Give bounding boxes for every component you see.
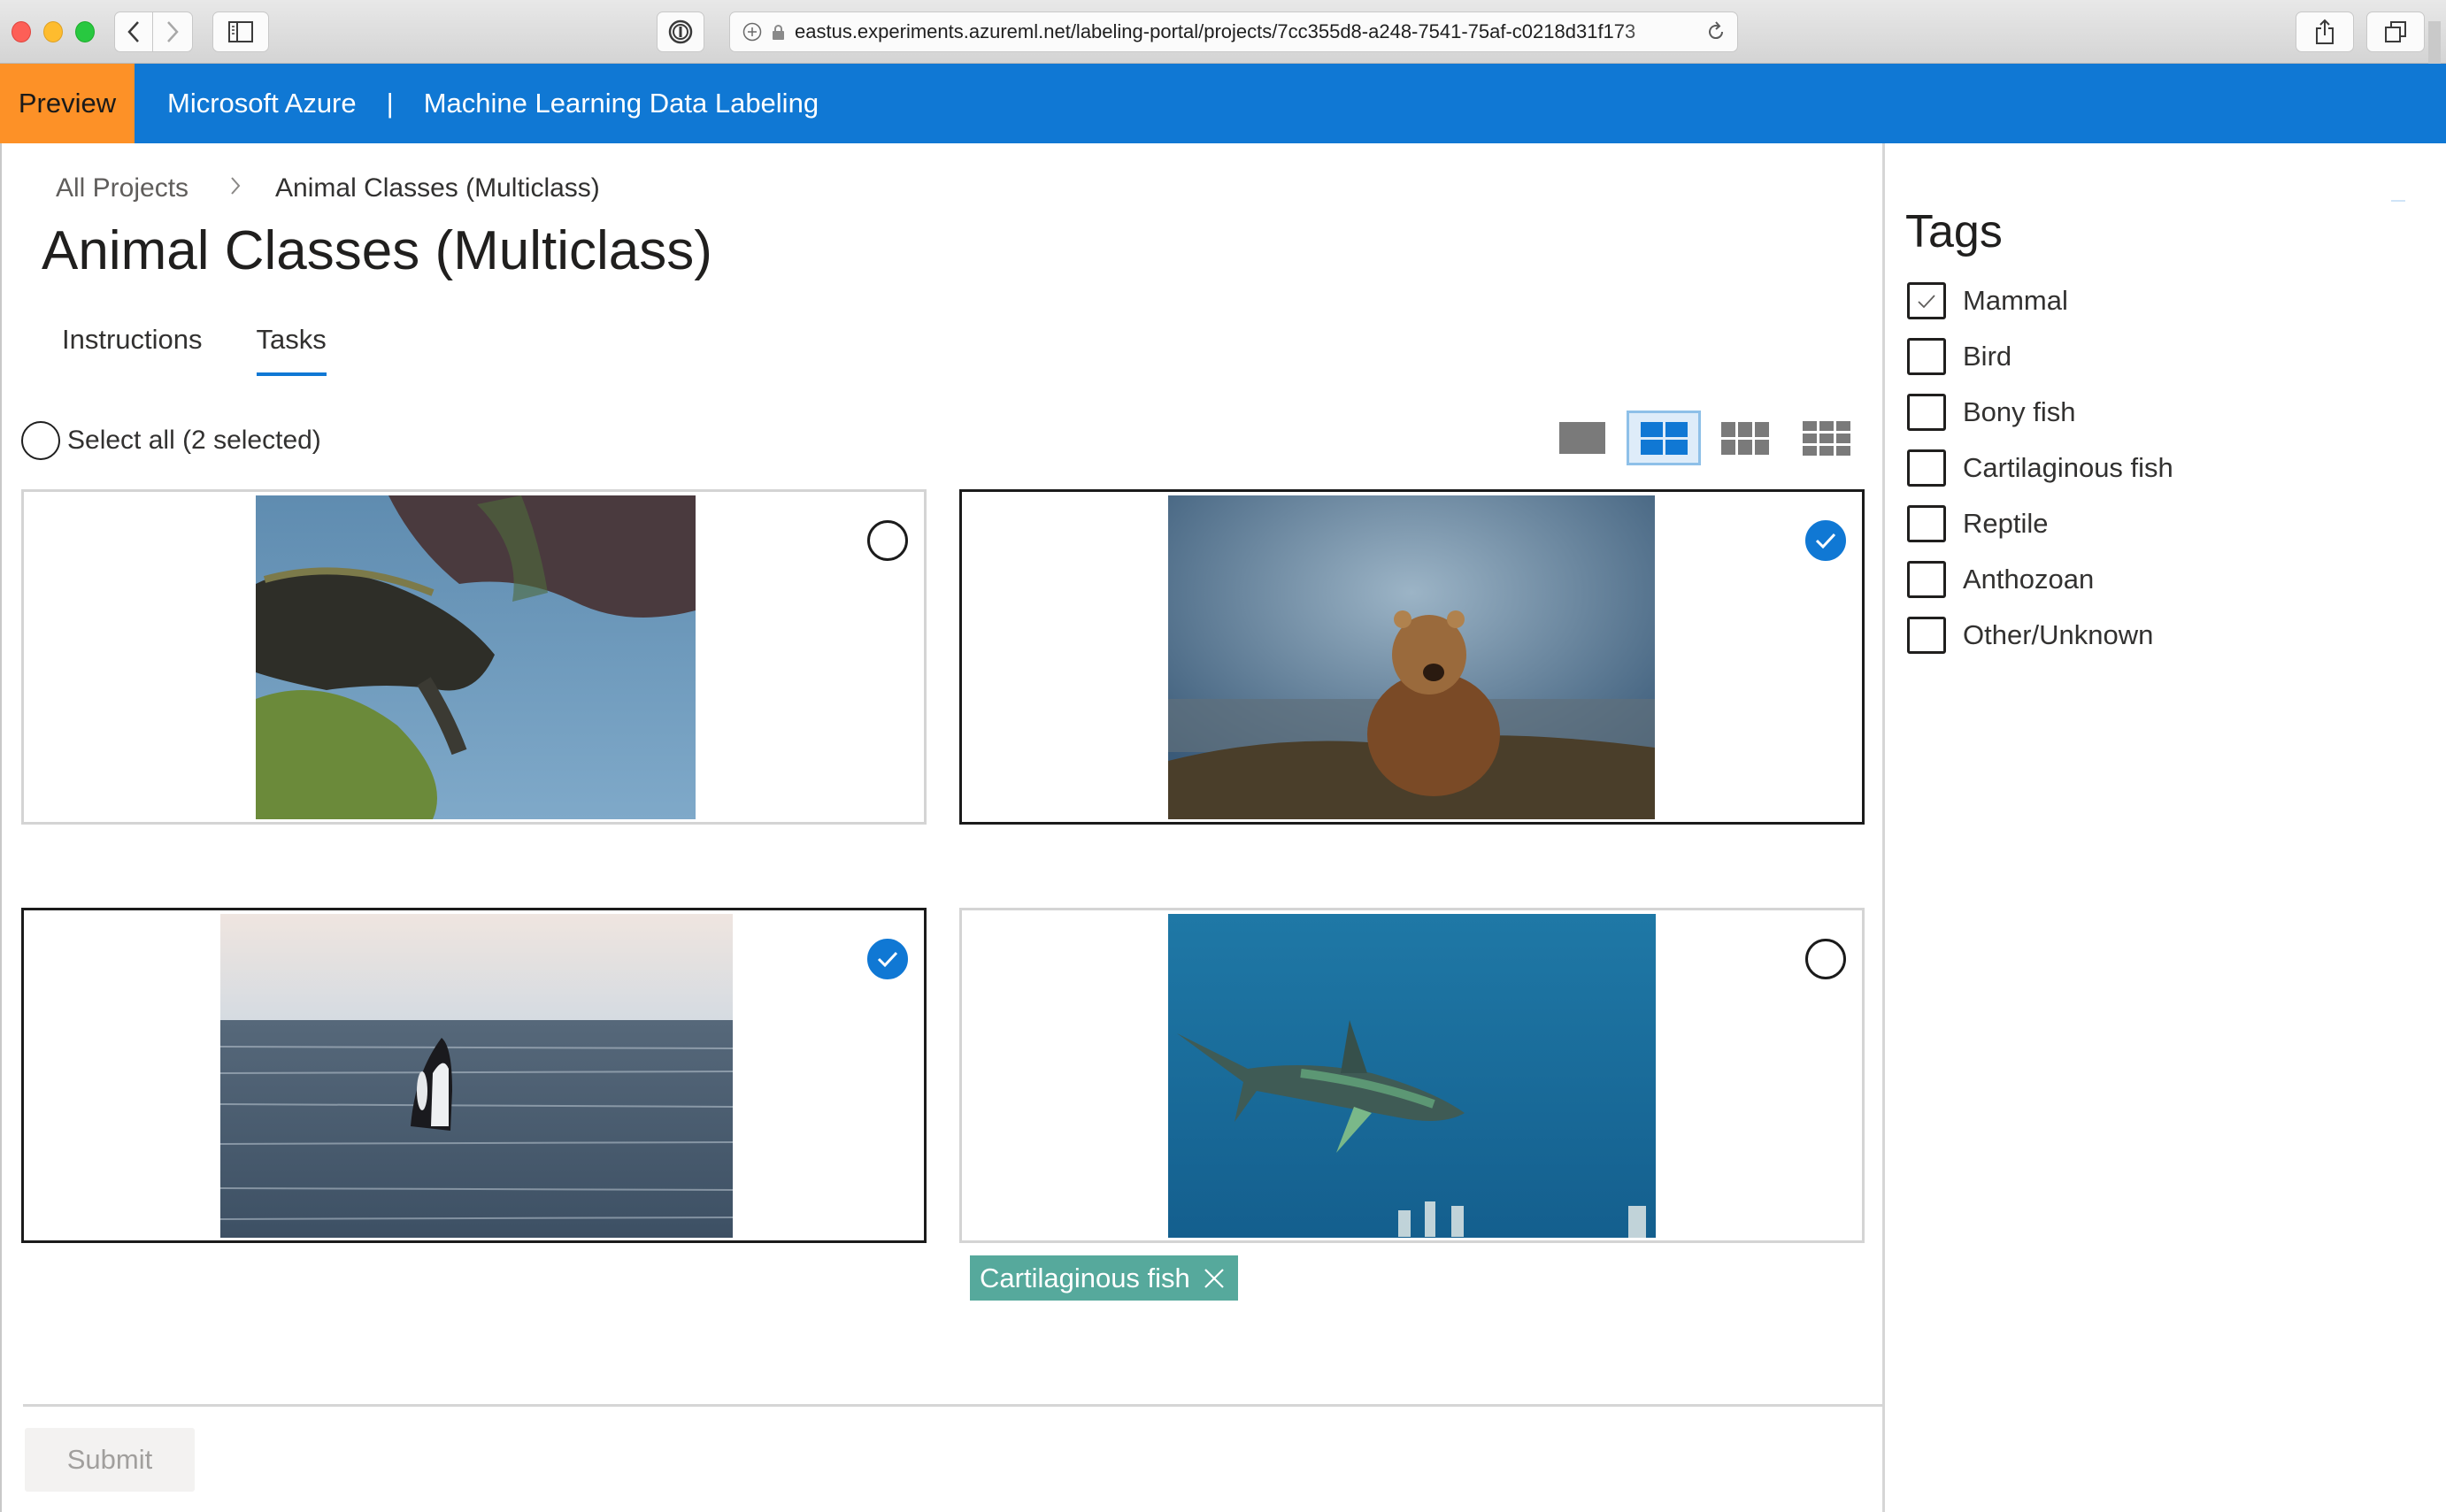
- show-tabs-button[interactable]: [2366, 12, 2425, 52]
- reload-icon[interactable]: [1705, 19, 1727, 44]
- add-tab-icon: [742, 22, 762, 42]
- tag-label: Cartilaginous fish: [1963, 451, 2173, 483]
- tag-option-cartilaginous-fish[interactable]: Cartilaginous fish: [1907, 440, 2173, 495]
- tab-bar: Instructions Tasks: [62, 324, 327, 376]
- share-button[interactable]: [2296, 12, 2354, 52]
- chevron-left-icon: [127, 21, 139, 42]
- checkbox[interactable]: [1907, 504, 1946, 542]
- breadcrumb-current: Animal Classes (Multiclass): [275, 173, 600, 203]
- task-card[interactable]: [21, 908, 927, 1243]
- password-manager-icon: [668, 19, 693, 44]
- card-select-radio[interactable]: [867, 520, 908, 561]
- select-all-label: Select all (2 selected): [67, 426, 321, 455]
- password-manager-button[interactable]: [657, 12, 704, 52]
- tags-title: Tags: [1905, 206, 2003, 257]
- task-image-orca[interactable]: [220, 914, 733, 1238]
- submit-button[interactable]: Submit: [25, 1428, 195, 1492]
- footer-divider: [23, 1404, 1885, 1407]
- preview-badge: Preview: [0, 64, 135, 143]
- app-header: Preview Microsoft Azure | Machine Learni…: [0, 64, 2446, 202]
- task-card[interactable]: [959, 489, 1865, 825]
- task-image-bear[interactable]: [1168, 495, 1655, 819]
- breadcrumb-all-projects[interactable]: All Projects: [56, 173, 188, 203]
- zoom-window-button[interactable]: [75, 21, 95, 42]
- tag-option-bird[interactable]: Bird: [1907, 328, 2173, 384]
- page-title: Animal Classes (Multiclass): [42, 220, 712, 281]
- tab-instructions[interactable]: Instructions: [62, 324, 203, 376]
- minimize-window-button[interactable]: [43, 21, 63, 42]
- applied-tag-chip: Cartilaginous fish: [970, 1255, 1238, 1301]
- chevron-right-icon: [229, 174, 242, 203]
- forward-button[interactable]: [153, 12, 193, 52]
- tabs-overview-icon: [2385, 21, 2406, 42]
- grid-3x3-icon: [1803, 420, 1850, 456]
- tags-panel: Tags Mammal Bird Bony fish Cartilaginous…: [1882, 143, 2446, 1512]
- chevron-right-icon: [167, 21, 179, 42]
- card-select-checked[interactable]: [867, 939, 908, 979]
- sidebar-toggle-button[interactable]: [212, 12, 269, 52]
- tag-option-reptile[interactable]: Reptile: [1907, 495, 2173, 551]
- task-image-iguana[interactable]: [256, 495, 696, 819]
- sidebar-icon: [228, 21, 253, 42]
- checkbox[interactable]: [1907, 449, 1946, 487]
- checkbox[interactable]: [1907, 560, 1946, 598]
- view-3x2-button[interactable]: [1708, 411, 1782, 465]
- remove-tag-icon[interactable]: [1203, 1267, 1226, 1290]
- tag-option-bony-fish[interactable]: Bony fish: [1907, 384, 2173, 440]
- tag-label: Bird: [1963, 340, 2012, 372]
- main-content: All Projects Animal Classes (Multiclass)…: [0, 143, 1885, 1512]
- header-separator: |: [386, 88, 394, 119]
- view-3x3-button[interactable]: [1789, 411, 1864, 465]
- select-all-radio[interactable]: [21, 421, 60, 460]
- applied-tag-label: Cartilaginous fish: [980, 1262, 1190, 1293]
- close-window-button[interactable]: [12, 21, 31, 42]
- tag-option-other-unknown[interactable]: Other/Unknown: [1907, 607, 2173, 663]
- checkbox[interactable]: [1907, 616, 1946, 654]
- product-name[interactable]: Machine Learning Data Labeling: [424, 88, 819, 119]
- checkmark-icon: [1918, 294, 1935, 308]
- checkbox[interactable]: [1907, 337, 1946, 375]
- tag-list: Mammal Bird Bony fish Cartilaginous fish…: [1907, 272, 2173, 663]
- address-bar[interactable]: eastus.experiments.azureml.net/labeling-…: [729, 12, 1738, 52]
- select-all-toggle[interactable]: Select all (2 selected): [21, 421, 321, 460]
- tag-label: Other/Unknown: [1963, 618, 2154, 650]
- view-1up-button[interactable]: [1545, 411, 1619, 465]
- grid-3x2-icon: [1721, 421, 1769, 455]
- tag-option-mammal[interactable]: Mammal: [1907, 272, 2173, 328]
- browser-titlebar: eastus.experiments.azureml.net/labeling-…: [0, 0, 2446, 64]
- view-2x2-button[interactable]: [1627, 411, 1701, 465]
- checkbox[interactable]: [1907, 393, 1946, 431]
- single-view-icon: [1559, 422, 1605, 454]
- tag-label: Bony fish: [1963, 395, 2076, 427]
- lock-icon: [773, 25, 784, 40]
- grid-2x2-icon: [1640, 421, 1688, 455]
- share-icon: [2316, 19, 2334, 44]
- url-text[interactable]: eastus.experiments.azureml.net/labeling-…: [795, 20, 1688, 43]
- tag-label: Mammal: [1963, 284, 2068, 316]
- checkmark-icon: [1815, 533, 1836, 549]
- breadcrumb: All Projects Animal Classes (Multiclass): [56, 173, 600, 203]
- card-select-checked[interactable]: [1805, 520, 1846, 561]
- checkbox-checked[interactable]: [1907, 281, 1946, 319]
- tag-label: Anthozoan: [1963, 563, 2095, 595]
- task-card[interactable]: [21, 489, 927, 825]
- back-button[interactable]: [114, 12, 153, 52]
- view-layout-toggles: [1545, 411, 1871, 465]
- task-card[interactable]: [959, 908, 1865, 1243]
- page-scrollbar[interactable]: [2428, 21, 2441, 64]
- brand-link[interactable]: Microsoft Azure: [167, 88, 357, 119]
- tab-tasks[interactable]: Tasks: [256, 324, 327, 376]
- task-image-shark[interactable]: [1168, 914, 1656, 1238]
- tag-option-anthozoan[interactable]: Anthozoan: [1907, 551, 2173, 607]
- tag-label: Reptile: [1963, 507, 2049, 539]
- card-select-radio[interactable]: [1805, 939, 1846, 979]
- checkmark-icon: [877, 951, 898, 968]
